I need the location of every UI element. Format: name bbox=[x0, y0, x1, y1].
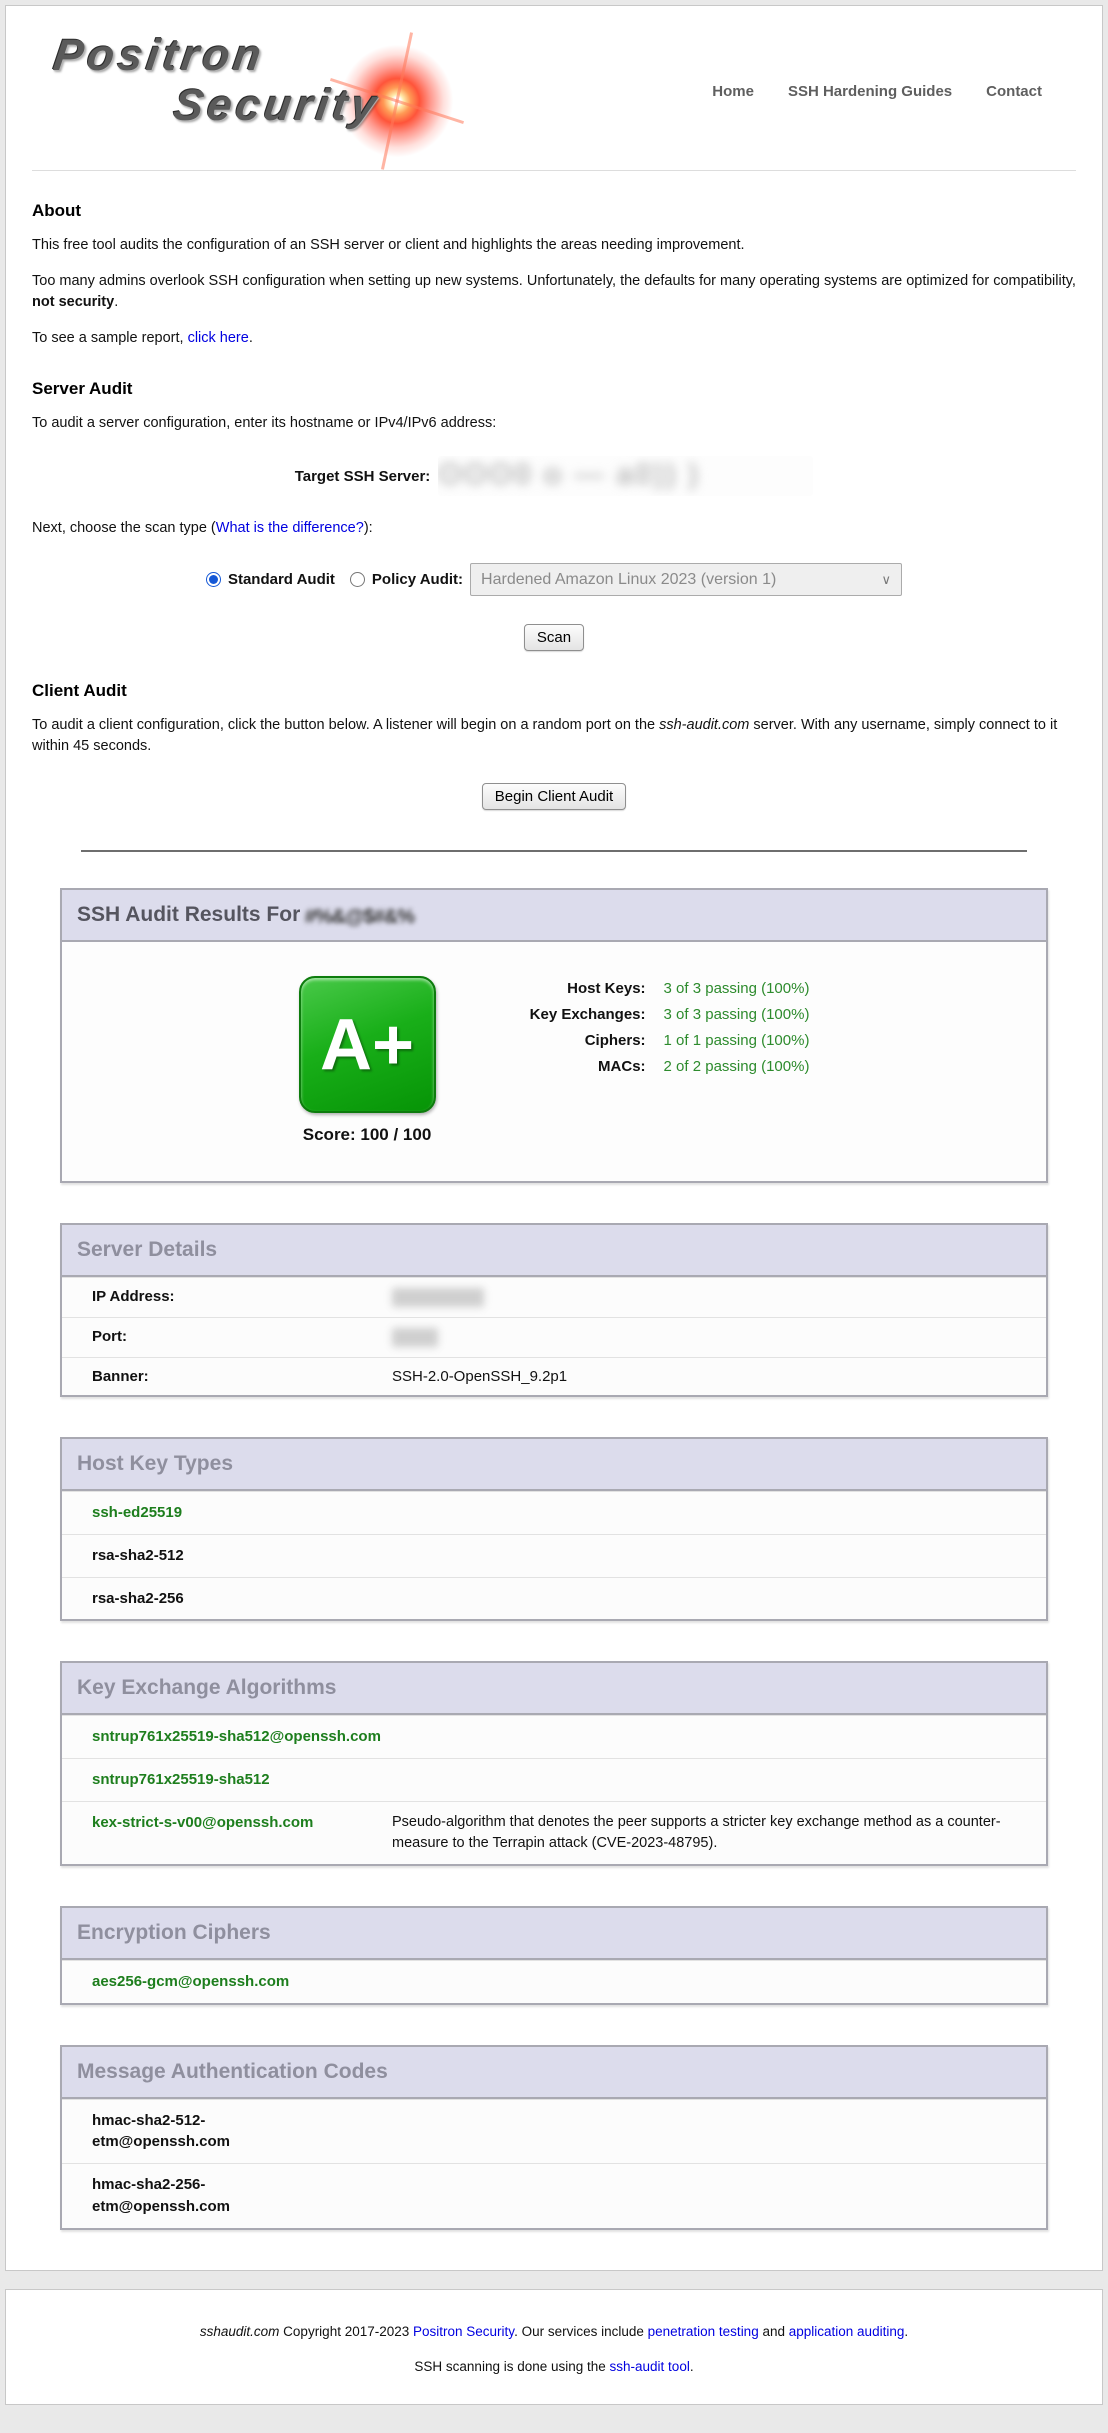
macs-box: Message Authentication Codes hmac-sha2-5… bbox=[60, 2045, 1048, 2230]
not-security-emphasis: not security bbox=[32, 294, 114, 310]
detail-row-ip: IP Address: bbox=[62, 1277, 1046, 1317]
results-title: SSH Audit Results For bbox=[77, 903, 300, 926]
standard-audit-radio[interactable] bbox=[206, 572, 221, 587]
policy-audit-label: Policy Audit: bbox=[372, 571, 463, 588]
stat-ciphers: Ciphers:1 of 1 passing (100%) bbox=[496, 1032, 810, 1049]
footer-line-1: sshaudit.com Copyright 2017-2023 Positro… bbox=[16, 2324, 1092, 2339]
ssh-audit-results-box: SSH Audit Results For #%&@$#&% A+ Score:… bbox=[60, 888, 1048, 1183]
main-nav: Home SSH Hardening Guides Contact bbox=[712, 83, 1054, 100]
banner-value: SSH-2.0-OpenSSH_9.2p1 bbox=[392, 1368, 1046, 1385]
grade-letter: A+ bbox=[320, 1004, 414, 1086]
footer-line-2: SSH scanning is done using the ssh-audit… bbox=[16, 2359, 1092, 2374]
server-details-title: Server Details bbox=[77, 1238, 217, 1261]
policy-select[interactable]: Hardened Amazon Linux 2023 (version 1) ∨ bbox=[470, 563, 902, 596]
results-header: SSH Audit Results For #%&@$#&% bbox=[62, 890, 1046, 942]
client-audit-paragraph: To audit a client configuration, click t… bbox=[32, 715, 1076, 757]
chevron-down-icon: ∨ bbox=[882, 572, 892, 588]
policy-audit-radio[interactable] bbox=[350, 572, 365, 587]
encryption-ciphers-box: Encryption Ciphers aes256-gcm@openssh.co… bbox=[60, 1906, 1048, 2005]
footer-ssh-audit-tool-link[interactable]: ssh-audit tool bbox=[610, 2359, 690, 2374]
results-divider bbox=[81, 850, 1027, 852]
nav-ssh-hardening-guides-link[interactable]: SSH Hardening Guides bbox=[788, 83, 952, 100]
standard-audit-label: Standard Audit bbox=[228, 571, 335, 588]
detail-row-banner: Banner: SSH-2.0-OpenSSH_9.2p1 bbox=[62, 1357, 1046, 1395]
grade-badge: A+ bbox=[299, 976, 436, 1113]
key-exchange-box: Key Exchange Algorithms sntrup761x25519-… bbox=[60, 1661, 1048, 1866]
ssh-audit-com-italic: ssh-audit.com bbox=[659, 717, 749, 733]
server-audit-intro: To audit a server configuration, enter i… bbox=[32, 413, 1076, 434]
host-key-types-box: Host Key Types ssh-ed25519 rsa-sha2-512 … bbox=[60, 1437, 1048, 1621]
sample-report-link[interactable]: click here bbox=[188, 330, 249, 346]
site-header: Positron Security Home SSH Hardening Gui… bbox=[6, 6, 1102, 154]
redacted-port-value bbox=[392, 1328, 438, 1347]
cipher-row: aes256-gcm@openssh.com bbox=[62, 1960, 1046, 2003]
server-details-box: Server Details IP Address: Port: Banner:… bbox=[60, 1223, 1048, 1397]
stat-macs: MACs:2 of 2 passing (100%) bbox=[496, 1058, 810, 1075]
redacted-hostname-blur: OOO0 o — a0)) ) bbox=[438, 456, 813, 496]
begin-client-audit-button[interactable]: Begin Client Audit bbox=[482, 783, 626, 810]
macs-title: Message Authentication Codes bbox=[77, 2060, 388, 2083]
footer-sshaudit-name: sshaudit.com bbox=[200, 2324, 280, 2339]
footer: sshaudit.com Copyright 2017-2023 Positro… bbox=[5, 2289, 1103, 2405]
footer-positron-security-link[interactable]: Positron Security bbox=[413, 2324, 514, 2339]
kex-terrapin-note: Pseudo-algorithm that denotes the peer s… bbox=[392, 1812, 1046, 1854]
grade-panel: A+ Score: 100 / 100 Host Keys:3 of 3 pas… bbox=[62, 942, 1046, 1181]
encryption-ciphers-title: Encryption Ciphers bbox=[77, 1921, 271, 1944]
about-paragraph-3: To see a sample report, click here. bbox=[32, 328, 1076, 349]
about-heading: About bbox=[32, 201, 1076, 221]
redacted-ip-value bbox=[392, 1288, 484, 1307]
main-page-card: Positron Security Home SSH Hardening Gui… bbox=[5, 5, 1103, 2271]
nav-home-link[interactable]: Home bbox=[712, 83, 754, 100]
scan-type-difference-link[interactable]: What is the difference? bbox=[216, 520, 364, 536]
host-key-row: rsa-sha2-512 bbox=[62, 1534, 1046, 1577]
key-exchange-title: Key Exchange Algorithms bbox=[77, 1676, 336, 1699]
header-divider bbox=[32, 170, 1076, 171]
stat-host-keys: Host Keys:3 of 3 passing (100%) bbox=[496, 980, 810, 997]
scan-button[interactable]: Scan bbox=[524, 624, 584, 651]
kex-row: kex-strict-s-v00@openssh.com Pseudo-algo… bbox=[62, 1801, 1046, 1864]
logo-text-line2: Security bbox=[171, 84, 417, 128]
host-key-types-title: Host Key Types bbox=[77, 1452, 233, 1475]
nav-contact-link[interactable]: Contact bbox=[986, 83, 1042, 100]
results-stats: Host Keys:3 of 3 passing (100%) Key Exch… bbox=[496, 980, 810, 1084]
mac-row: hmac-sha2-256-etm@openssh.com bbox=[62, 2163, 1046, 2228]
about-paragraph-2: Too many admins overlook SSH configurati… bbox=[32, 271, 1076, 313]
kex-row: sntrup761x25519-sha512@openssh.com bbox=[62, 1715, 1046, 1758]
scan-type-prompt: Next, choose the scan type (What is the … bbox=[32, 518, 1076, 539]
target-server-row: Target SSH Server: OOO0 o — a0)) ) bbox=[32, 456, 1076, 496]
mac-row: hmac-sha2-512-etm@openssh.com bbox=[62, 2099, 1046, 2164]
positron-security-logo[interactable]: Positron Security bbox=[54, 34, 414, 144]
target-server-input[interactable]: OOO0 o — a0)) ) bbox=[438, 456, 813, 496]
footer-penetration-testing-link[interactable]: penetration testing bbox=[648, 2324, 759, 2339]
detail-row-port: Port: bbox=[62, 1317, 1046, 1357]
logo-text-line1: Positron bbox=[51, 34, 417, 78]
host-key-row: ssh-ed25519 bbox=[62, 1491, 1046, 1534]
redacted-target-name: #%&@$#&% bbox=[305, 906, 414, 929]
server-audit-heading: Server Audit bbox=[32, 379, 1076, 399]
stat-key-exchanges: Key Exchanges:3 of 3 passing (100%) bbox=[496, 1006, 810, 1023]
host-key-row: rsa-sha2-256 bbox=[62, 1577, 1046, 1620]
score-label: Score: 100 / 100 bbox=[299, 1125, 436, 1145]
kex-row: sntrup761x25519-sha512 bbox=[62, 1758, 1046, 1801]
policy-select-value: Hardened Amazon Linux 2023 (version 1) bbox=[481, 571, 776, 589]
client-audit-heading: Client Audit bbox=[32, 681, 1076, 701]
target-server-label: Target SSH Server: bbox=[295, 468, 431, 485]
footer-application-auditing-link[interactable]: application auditing bbox=[789, 2324, 905, 2339]
about-paragraph-1: This free tool audits the configuration … bbox=[32, 235, 1076, 256]
scan-type-radio-row: Standard Audit Policy Audit: Hardened Am… bbox=[32, 563, 1076, 596]
